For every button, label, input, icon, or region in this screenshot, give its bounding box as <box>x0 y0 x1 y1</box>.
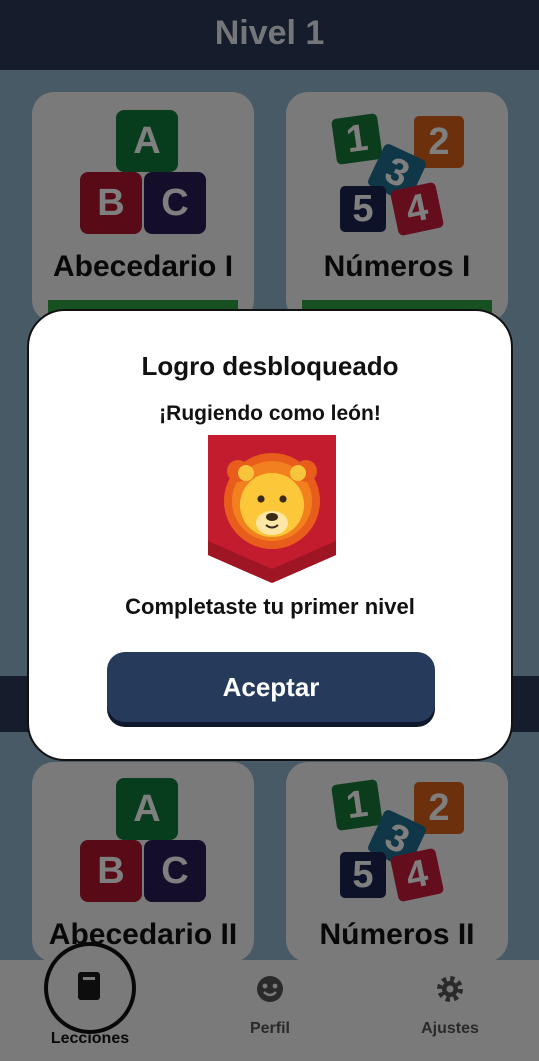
achievement-description: Completaste tu primer nivel <box>125 594 415 619</box>
achievement-dialog: Logro desbloqueado ¡Rugiendo como león! … <box>27 309 513 761</box>
dialog-title: Logro desbloqueado <box>141 351 399 381</box>
lion-badge-icon <box>208 435 336 583</box>
accept-button[interactable]: Aceptar <box>107 652 435 722</box>
achievement-name: ¡Rugiendo como león! <box>159 402 381 425</box>
